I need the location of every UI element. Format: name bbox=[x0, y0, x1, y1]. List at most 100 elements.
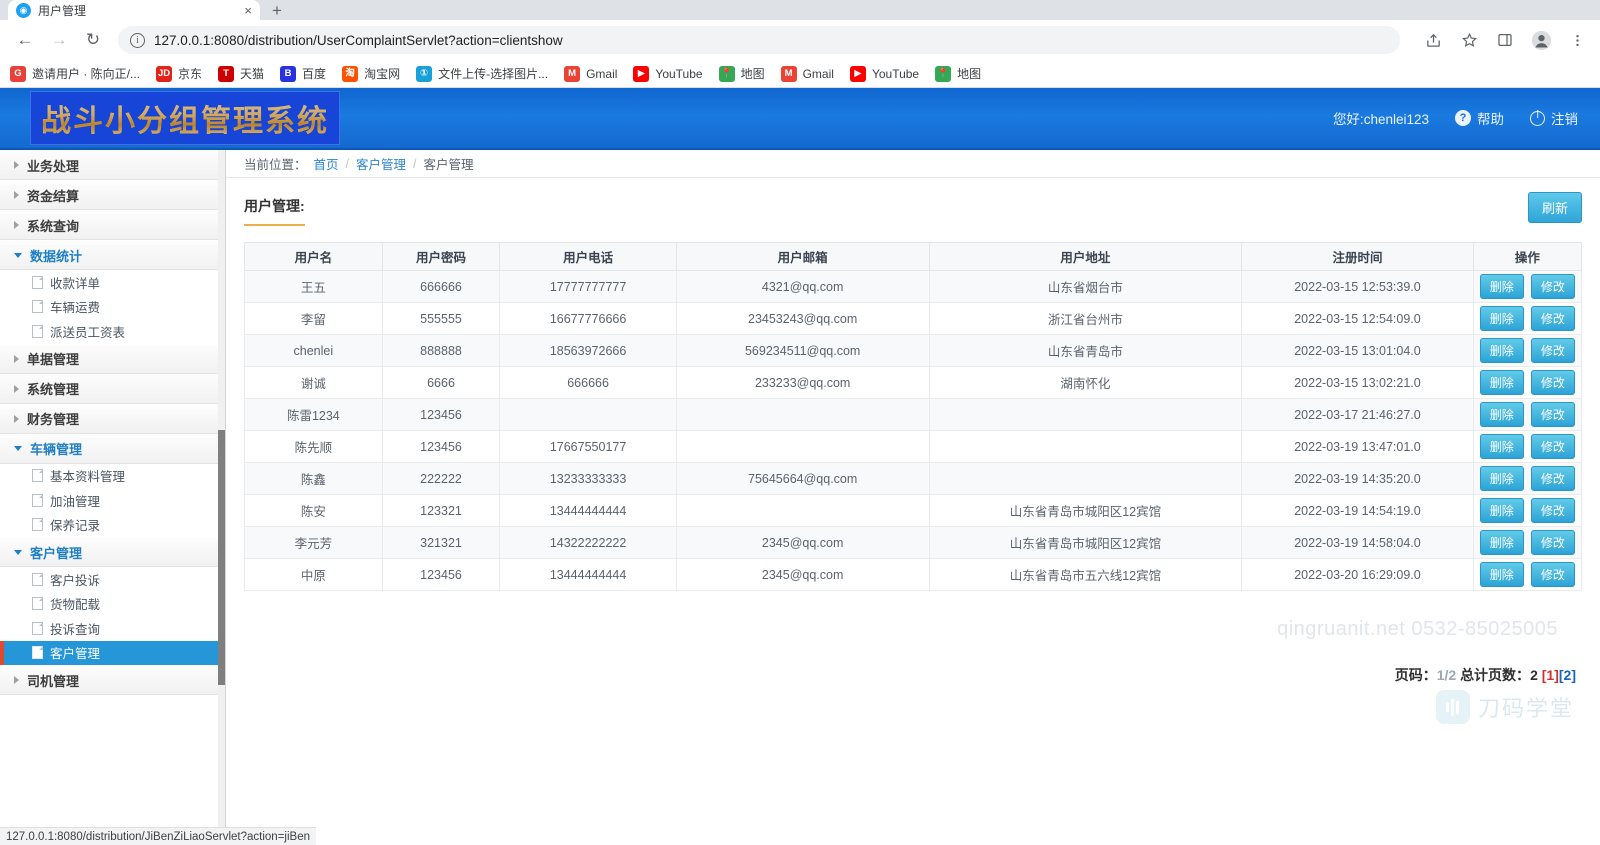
cell-email bbox=[675, 430, 930, 463]
cell-registered: 2022-03-19 14:35:20.0 bbox=[1241, 462, 1474, 495]
sidebar-item-16[interactable]: 货物配载 bbox=[0, 591, 225, 616]
sidebar-group-10[interactable]: 车辆管理 bbox=[0, 433, 225, 464]
breadcrumb-separator: / bbox=[345, 156, 350, 171]
pagination-page-1[interactable]: [1] bbox=[1542, 667, 1559, 683]
bookmark-item[interactable]: T 天猫 bbox=[218, 65, 264, 82]
delete-button[interactable]: 删除 bbox=[1479, 562, 1524, 587]
bookmark-item[interactable]: 📍 地图 bbox=[935, 65, 981, 82]
bookmark-item[interactable]: M Gmail bbox=[780, 65, 834, 82]
table-column-header: 用户电话 bbox=[499, 242, 677, 271]
sidebar-group-8[interactable]: 系统管理 bbox=[0, 373, 225, 404]
edit-button[interactable]: 修改 bbox=[1530, 562, 1575, 587]
edit-button[interactable]: 修改 bbox=[1530, 530, 1575, 555]
breadcrumb-item-home[interactable]: 首页 bbox=[314, 154, 339, 173]
header-actions: 您好:chenlei123 ? 帮助 注销 bbox=[1333, 108, 1578, 128]
sidebar-group-3[interactable]: 数据统计 bbox=[0, 240, 225, 270]
sidebar-item-13[interactable]: 保养记录 bbox=[0, 512, 225, 537]
sidebar: 业务处理资金结算 系统查询 数据统计收款详单车辆运费 派送员工资表 单据管理 系统管理 财务… bbox=[0, 150, 226, 845]
bookmark-favicon-icon: M bbox=[564, 65, 581, 82]
sidebar-group-2[interactable]: 系统查询 bbox=[0, 210, 225, 240]
sidebar-label: 客户管理 bbox=[50, 647, 101, 662]
forward-icon[interactable]: → bbox=[44, 25, 74, 55]
cell-phone: 17667550177 bbox=[499, 430, 677, 463]
bookmark-item[interactable]: ① 文件上传-选择图片... bbox=[416, 65, 548, 82]
bookmark-item[interactable]: M Gmail bbox=[564, 65, 617, 82]
toolbar-actions bbox=[1410, 27, 1590, 53]
cell-email: 2345@qq.com bbox=[675, 526, 930, 559]
sidebar-group-19[interactable]: 司机管理 bbox=[0, 665, 225, 695]
row-action-group: 删除 修改 bbox=[1478, 338, 1577, 363]
edit-button[interactable]: 修改 bbox=[1530, 434, 1575, 459]
delete-button[interactable]: 删除 bbox=[1479, 370, 1524, 395]
sidebar-group-14[interactable]: 客户管理 bbox=[0, 537, 225, 567]
row-action-group: 删除 修改 bbox=[1478, 530, 1577, 555]
sidebar-group-0[interactable]: 业务处理 bbox=[0, 150, 225, 180]
edit-button[interactable]: 修改 bbox=[1530, 306, 1575, 331]
edit-button[interactable]: 修改 bbox=[1530, 402, 1575, 427]
sidebar-item-6[interactable]: 派送员工资表 bbox=[0, 319, 225, 344]
logout-label: 注销 bbox=[1551, 112, 1578, 127]
address-bar[interactable]: i 127.0.0.1:8080/distribution/UserCompla… bbox=[118, 26, 1400, 54]
bookmark-item[interactable]: JD 京东 bbox=[156, 65, 202, 82]
cell-password: 123456 bbox=[381, 398, 501, 431]
profile-icon[interactable] bbox=[1528, 27, 1554, 53]
delete-button[interactable]: 删除 bbox=[1479, 306, 1524, 331]
bookmark-item[interactable]: ▶ YouTube bbox=[849, 65, 919, 82]
app-logo-text: 战斗小分组管理系统 bbox=[41, 96, 329, 140]
sidebar-item-18[interactable]: 客户管理 bbox=[0, 640, 225, 665]
bookmark-label: 地图 bbox=[740, 67, 765, 81]
sidebar-group-9[interactable]: 财务管理 bbox=[0, 403, 225, 434]
document-icon bbox=[32, 275, 43, 289]
sidebar-label: 收款详单 bbox=[50, 276, 101, 291]
bookmark-favicon-icon: ① bbox=[416, 65, 433, 82]
delete-button[interactable]: 删除 bbox=[1479, 338, 1524, 363]
site-info-icon[interactable]: i bbox=[130, 32, 145, 48]
sidebar-scrollbar-thumb[interactable] bbox=[218, 430, 225, 685]
refresh-button[interactable]: 刷新 bbox=[1527, 192, 1582, 223]
delete-button[interactable]: 删除 bbox=[1479, 498, 1524, 523]
reload-icon[interactable]: ↻ bbox=[78, 25, 108, 55]
table-column-header: 注册时间 bbox=[1241, 242, 1474, 271]
bookmark-item[interactable]: B 百度 bbox=[280, 65, 326, 82]
sidebar-group-1[interactable]: 资金结算 bbox=[0, 180, 225, 210]
logout-button[interactable]: 注销 bbox=[1530, 108, 1578, 128]
menu-icon[interactable] bbox=[1564, 27, 1590, 53]
delete-button[interactable]: 删除 bbox=[1479, 466, 1524, 491]
edit-button[interactable]: 修改 bbox=[1530, 274, 1575, 299]
share-icon[interactable] bbox=[1420, 27, 1446, 53]
help-button[interactable]: ? 帮助 bbox=[1455, 108, 1504, 128]
sidebar-item-17[interactable]: 投诉查询 bbox=[0, 616, 225, 641]
new-tab-button[interactable]: + bbox=[272, 2, 282, 20]
edit-button[interactable]: 修改 bbox=[1530, 466, 1575, 491]
close-icon[interactable]: × bbox=[244, 4, 252, 17]
sidebar-item-5[interactable]: 车辆运费 bbox=[0, 294, 225, 319]
bookmark-item[interactable]: 📍 地图 bbox=[718, 65, 765, 82]
edit-button[interactable]: 修改 bbox=[1530, 370, 1575, 395]
side-panel-icon[interactable] bbox=[1492, 27, 1518, 53]
bookmark-item[interactable]: 淘淘宝网 bbox=[342, 65, 400, 82]
delete-button[interactable]: 删除 bbox=[1479, 402, 1524, 427]
sidebar-group-7[interactable]: 单据管理 bbox=[0, 343, 225, 374]
sidebar-item-4[interactable]: 收款详单 bbox=[0, 270, 225, 295]
delete-button[interactable]: 删除 bbox=[1479, 274, 1524, 299]
sidebar-label: 业务处理 bbox=[27, 158, 80, 174]
delete-button[interactable]: 删除 bbox=[1479, 434, 1524, 459]
table-body: 王五 666666 17777777777 4321@qq.com 山东省烟台市 2022… bbox=[244, 270, 1583, 591]
sidebar-item-11[interactable]: 基本资料管理 bbox=[0, 463, 225, 488]
sidebar-item-15[interactable]: 客户投诉 bbox=[0, 567, 225, 592]
row-action-group: 删除 修改 bbox=[1478, 498, 1577, 523]
breadcrumb-item-customer-management[interactable]: 客户管理 bbox=[356, 154, 406, 173]
edit-button[interactable]: 修改 bbox=[1530, 338, 1575, 363]
star-icon[interactable] bbox=[1456, 27, 1482, 53]
sidebar-item-12[interactable]: 加油管理 bbox=[0, 488, 225, 513]
table-column-header: 操作 bbox=[1472, 242, 1583, 271]
bookmark-item[interactable]: ▶ YouTube bbox=[633, 65, 703, 82]
back-icon[interactable]: ← bbox=[10, 25, 40, 55]
pagination-page-2[interactable]: [2] bbox=[1559, 667, 1576, 683]
bookmark-item[interactable]: G 邀请用户 · 陈向正/... bbox=[10, 65, 140, 82]
edit-button[interactable]: 修改 bbox=[1530, 498, 1575, 523]
browser-tab-user-management[interactable]: ◉ 用户管理 × bbox=[8, 0, 260, 20]
pagination-total: 2 bbox=[1530, 667, 1538, 683]
delete-button[interactable]: 删除 bbox=[1479, 530, 1524, 555]
table-column-header: 用户名 bbox=[244, 242, 383, 271]
